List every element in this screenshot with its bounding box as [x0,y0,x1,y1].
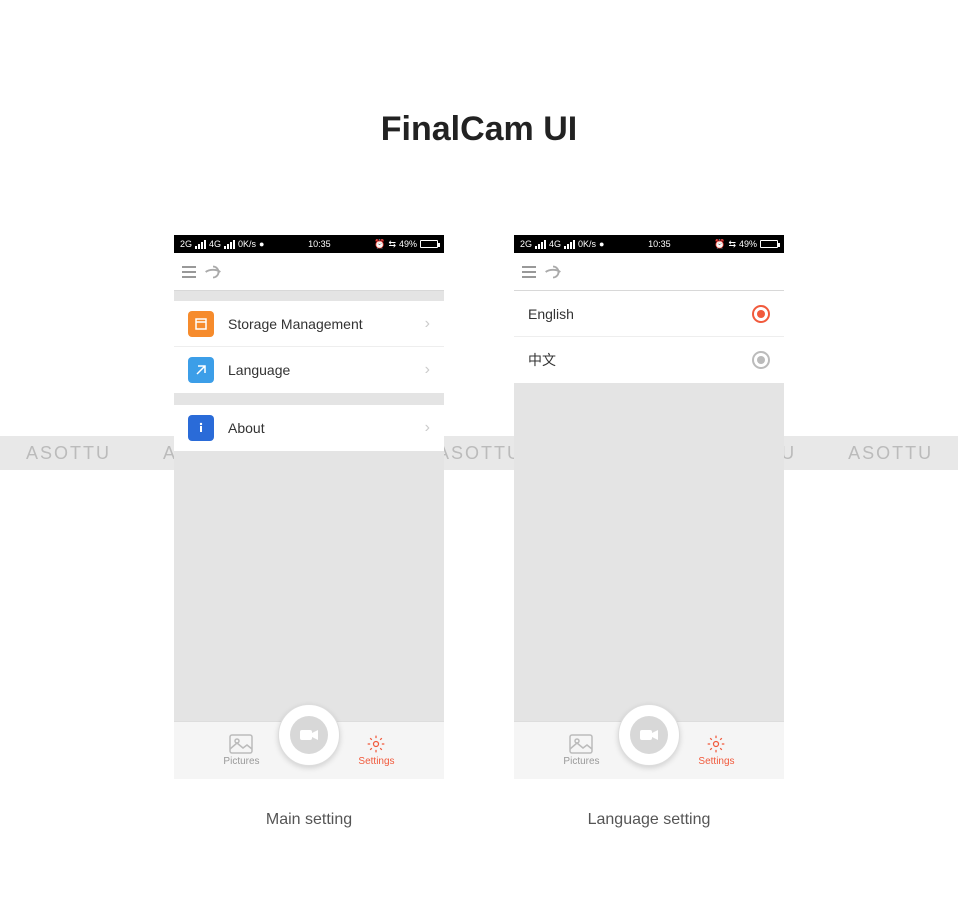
settings-item-about[interactable]: About › [174,405,444,451]
battery-icon [760,240,778,248]
app-bar [174,253,444,291]
battery-icon [420,240,438,248]
camera-button[interactable] [618,704,680,766]
settings-item-label: About [228,420,411,436]
language-option-chinese[interactable]: 中文 [514,337,784,383]
alarm-icon: ⏰ [714,239,725,250]
language-label: English [528,306,738,322]
signal-icon [224,240,235,249]
settings-item-language[interactable]: Language › [174,347,444,393]
tab-pictures[interactable]: Pictures [563,734,599,767]
tab-settings[interactable]: Settings [358,734,394,767]
status-bar: 2G 4G 0K/s ● 10:35 ⏰ ⇆ 49% [514,235,784,253]
menu-icon[interactable] [182,266,196,278]
chevron-right-icon: › [425,361,430,379]
network-2g: 2G [520,239,532,249]
phone-screen-main: 2G 4G 0K/s ● 10:35 ⏰ ⇆ 49% [174,235,444,779]
chevron-right-icon: › [425,315,430,333]
language-option-english[interactable]: English [514,291,784,337]
watermark-strip: ASOTTUASOTTUASOTTUASOTTUASOTTUASOTTUASOT… [0,436,958,470]
screen-caption: Language setting [514,811,784,829]
battery-percent: 49% [739,239,757,249]
tab-bar: Pictures Settings [514,721,784,779]
tab-pictures[interactable]: Pictures [223,734,259,767]
app-logo-icon [542,261,564,283]
alarm-icon: ⏰ [374,239,385,250]
pictures-icon [229,734,253,754]
radio-selected-icon [752,305,770,323]
tab-bar: Pictures Settings [174,721,444,779]
wifi-icon: ⇆ [388,239,396,250]
info-icon [188,415,214,441]
gear-icon [364,734,388,754]
signal-icon [195,240,206,249]
storage-icon [188,311,214,337]
radio-unselected-icon [752,351,770,369]
tab-label: Pictures [563,756,599,767]
data-speed: 0K/s [238,239,256,249]
language-label: 中文 [528,350,738,370]
camera-button[interactable] [278,704,340,766]
tab-settings[interactable]: Settings [698,734,734,767]
status-bar: 2G 4G 0K/s ● 10:35 ⏰ ⇆ 49% [174,235,444,253]
menu-icon[interactable] [522,266,536,278]
app-logo-icon [202,261,224,283]
clock: 10:35 [264,239,374,249]
signal-icon [564,240,575,249]
chevron-right-icon: › [425,419,430,437]
tab-label: Pictures [223,756,259,767]
pictures-icon [569,734,593,754]
network-2g: 2G [180,239,192,249]
camera-icon [639,728,659,742]
app-bar [514,253,784,291]
clock: 10:35 [604,239,714,249]
screen-caption: Main setting [174,811,444,829]
phone-screen-language: 2G 4G 0K/s ● 10:35 ⏰ ⇆ 49% [514,235,784,779]
signal-icon [535,240,546,249]
battery-percent: 49% [399,239,417,249]
tab-label: Settings [358,756,394,767]
network-4g: 4G [549,239,561,249]
wifi-icon: ⇆ [728,239,736,250]
settings-item-label: Language [228,362,411,378]
data-speed: 0K/s [578,239,596,249]
network-4g: 4G [209,239,221,249]
tab-label: Settings [698,756,734,767]
camera-icon [299,728,319,742]
page-title: FinalCam UI [0,0,958,149]
gear-icon [704,734,728,754]
language-icon [188,357,214,383]
settings-item-storage[interactable]: Storage Management › [174,301,444,347]
settings-item-label: Storage Management [228,316,411,332]
